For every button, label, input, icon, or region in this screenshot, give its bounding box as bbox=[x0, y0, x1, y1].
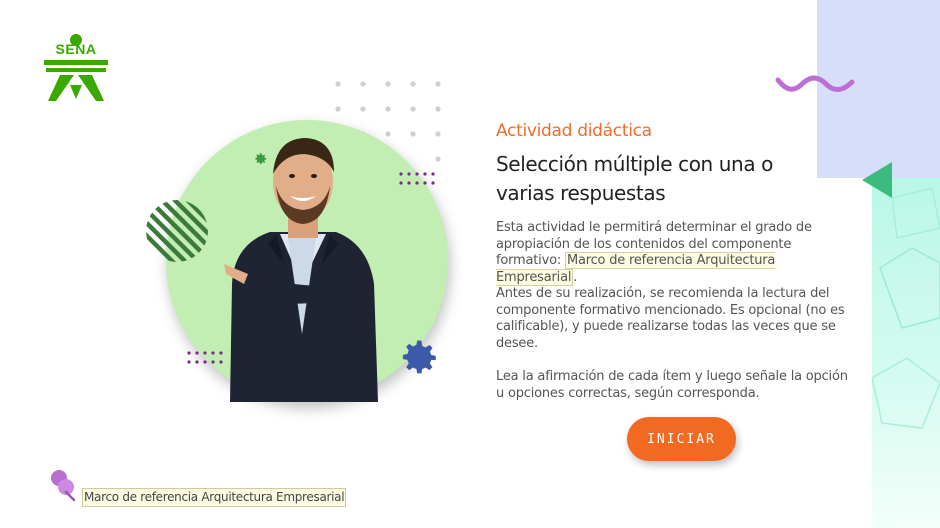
recommendation-paragraph: Antes de su realización, se recomienda l… bbox=[496, 286, 845, 351]
purple-dots bbox=[187, 351, 223, 364]
gear-icon bbox=[402, 340, 436, 374]
intro-end: . bbox=[573, 269, 578, 285]
person-illustration bbox=[224, 138, 378, 402]
pushpin-icon bbox=[51, 470, 76, 502]
logo-text: SENA bbox=[55, 41, 97, 57]
start-button[interactable]: INICIAR bbox=[627, 417, 736, 461]
gear-icon bbox=[255, 153, 267, 165]
intro-paragraph: Esta actividad le permitirá determinar e… bbox=[496, 220, 858, 286]
decor-panel-mint bbox=[872, 178, 940, 528]
instructions-paragraph: Lea la afirmación de cada ítem y luego s… bbox=[496, 369, 848, 401]
page-title: Selección múltiple con una o varias resp… bbox=[496, 152, 773, 205]
wave-icon bbox=[775, 75, 855, 92]
activity-eyebrow: Actividad didáctica bbox=[496, 121, 652, 141]
purple-dots bbox=[399, 172, 435, 185]
triangle-icon bbox=[862, 162, 892, 198]
striped-circle-icon bbox=[146, 200, 208, 262]
sena-logo-icon: SENA bbox=[40, 33, 112, 103]
footer-component-link[interactable]: Marco de referencia Arquitectura Empresa… bbox=[82, 488, 347, 507]
